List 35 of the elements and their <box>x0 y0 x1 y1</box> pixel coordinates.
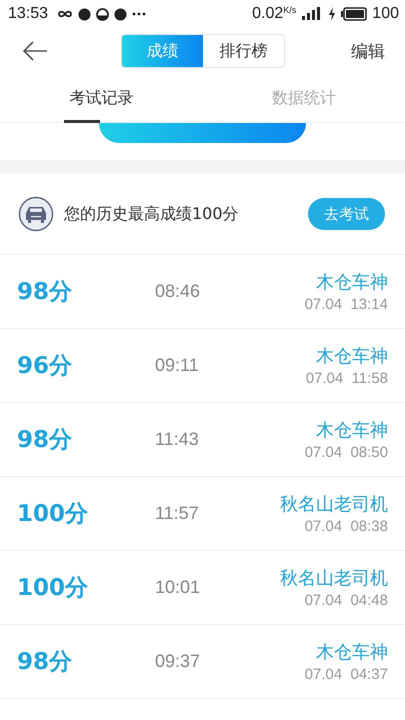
nickname: 木仓车神 <box>316 345 388 368</box>
duration: 08:46 <box>155 281 200 302</box>
tab[interactable]: 考试记录 <box>0 74 202 122</box>
circle-icon <box>96 8 110 20</box>
nickname: 秋名山老司机 <box>280 567 388 590</box>
battery-icon <box>341 7 368 21</box>
exam-date: 07.04 08:50 <box>304 444 388 461</box>
score: 100分 <box>17 574 90 603</box>
battery-level: 100 <box>372 5 399 23</box>
score: 96分 <box>17 352 74 381</box>
back-icon[interactable] <box>22 41 48 61</box>
score: 98分 <box>17 426 74 455</box>
duration: 11:43 <box>155 429 199 450</box>
duration: 09:37 <box>155 651 200 672</box>
more-icon <box>132 12 146 16</box>
status-time: 13:53 <box>8 5 48 23</box>
best-score-text: 您的历史最高成绩100分 <box>64 204 239 224</box>
score: 98分 <box>17 648 74 677</box>
score: 100分 <box>17 500 90 529</box>
charging-icon <box>328 7 336 21</box>
nickname: 秋名山老司机 <box>280 493 388 516</box>
duration: 11:57 <box>155 503 199 524</box>
duration: 10:01 <box>155 577 200 598</box>
exam-date: 07.04 08:38 <box>304 518 388 535</box>
nickname: 木仓车神 <box>316 271 388 294</box>
nickname: 木仓车神 <box>316 641 388 664</box>
duration: 09:11 <box>155 355 199 376</box>
car-icon <box>18 196 54 232</box>
exam-date: 07.04 11:58 <box>306 370 388 387</box>
edit-button[interactable]: 编辑 <box>351 40 385 62</box>
score: 98分 <box>17 278 74 307</box>
exam-date: 07.04 04:48 <box>304 592 388 609</box>
exam-date: 07.04 13:14 <box>304 296 388 313</box>
nickname: 木仓车神 <box>316 419 388 442</box>
exam-date: 07.04 04:37 <box>304 666 388 683</box>
